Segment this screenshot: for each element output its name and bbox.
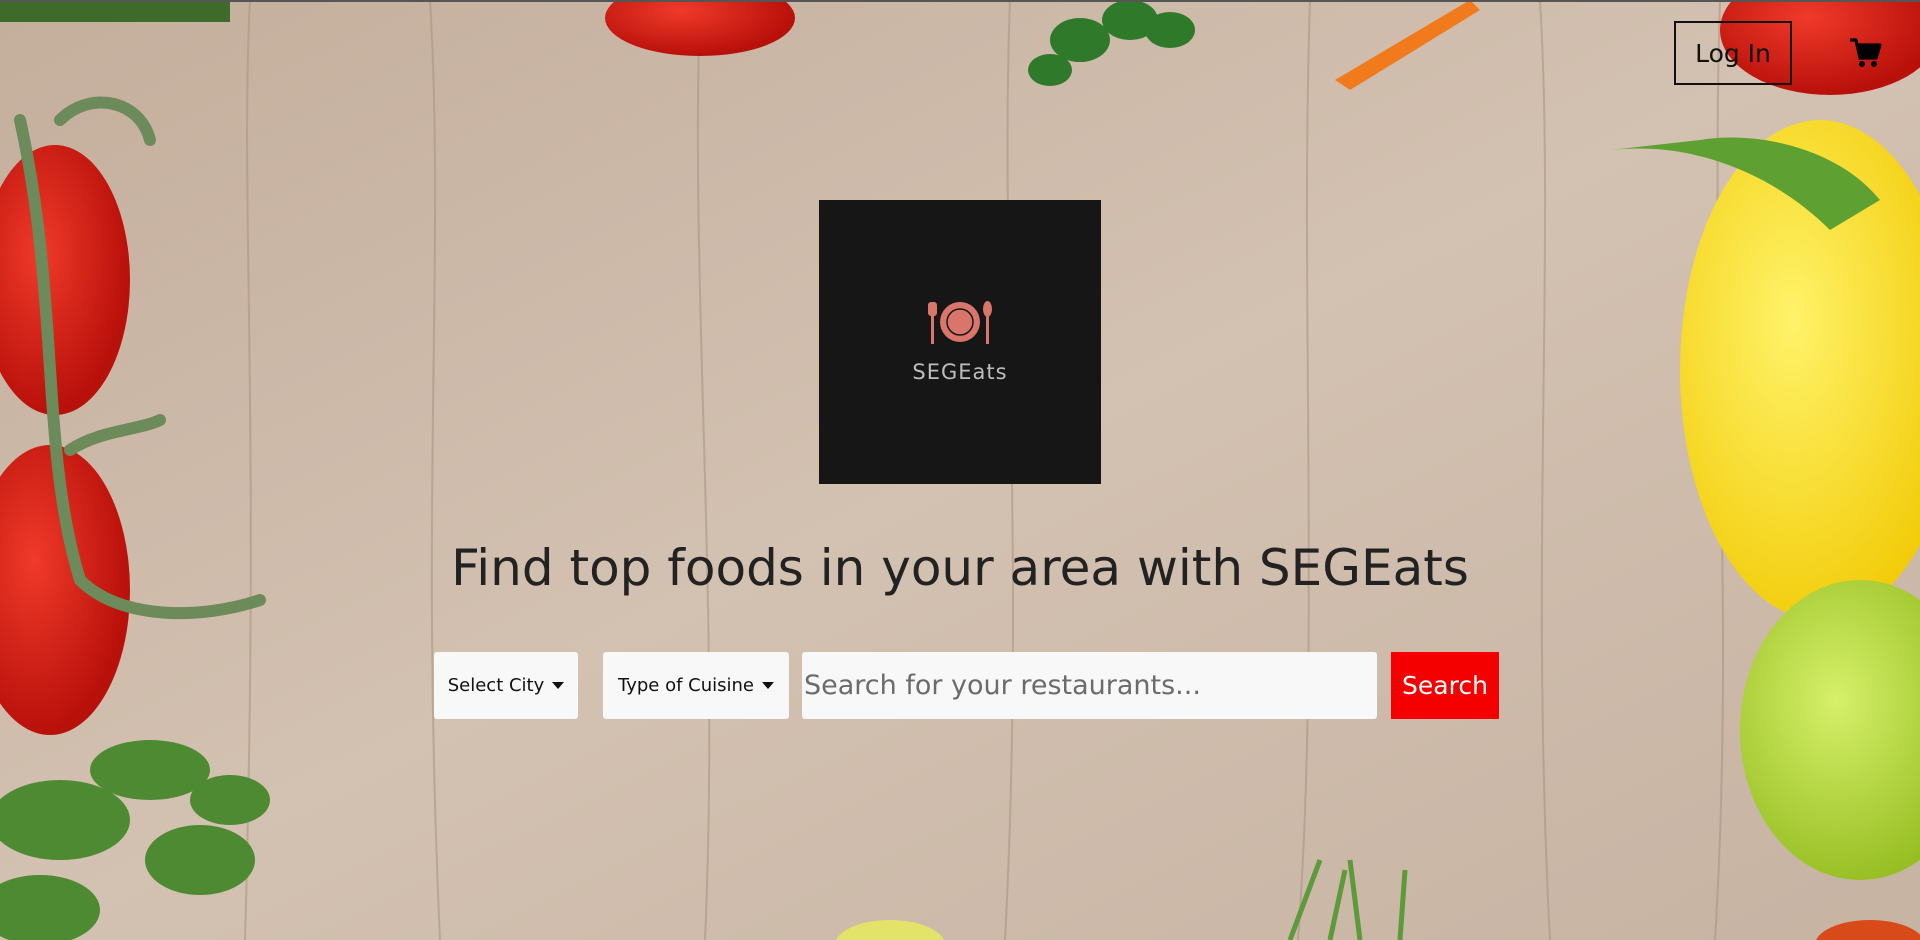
plate-fork-knife-icon bbox=[925, 300, 995, 344]
login-button[interactable]: Log In bbox=[1674, 21, 1792, 85]
search-button[interactable]: Search bbox=[1391, 652, 1499, 719]
select-city-dropdown[interactable]: Select City bbox=[434, 652, 578, 719]
caret-down-icon bbox=[761, 682, 774, 689]
page-headline: Find top foods in your area with SEGEats bbox=[451, 539, 1469, 597]
logo: SEGEats bbox=[819, 200, 1101, 484]
shopping-cart-icon[interactable] bbox=[1848, 36, 1882, 70]
top-border bbox=[0, 0, 1920, 2]
select-city-label: Select City bbox=[447, 675, 545, 696]
cuisine-type-label: Type of Cuisine bbox=[618, 675, 754, 696]
caret-down-icon bbox=[552, 682, 565, 689]
logo-text: SEGEats bbox=[912, 360, 1008, 384]
cuisine-type-dropdown[interactable]: Type of Cuisine bbox=[603, 652, 789, 719]
restaurant-search-input[interactable] bbox=[802, 652, 1377, 719]
